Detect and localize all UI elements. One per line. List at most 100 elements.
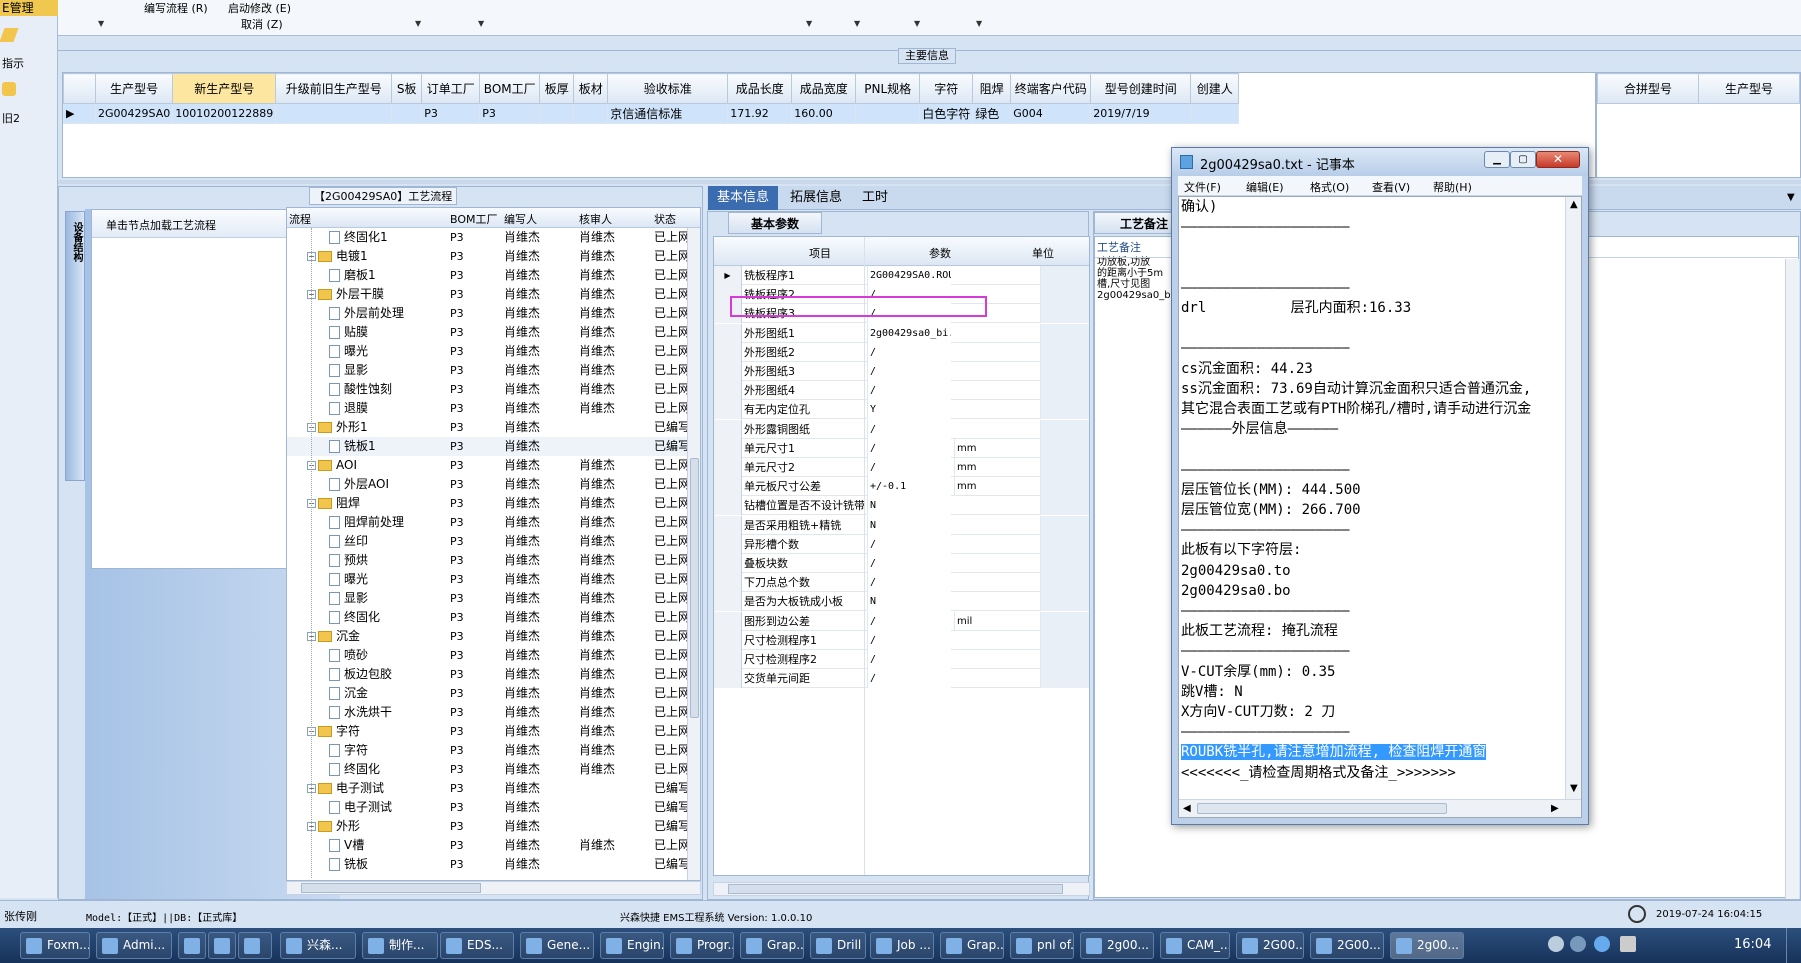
tree-item[interactable]: 贴膜 P3 肖维杰 肖维杰 已上网 xyxy=(287,323,687,342)
scroll-up-icon[interactable]: ▲ xyxy=(1570,199,1578,210)
col-merge-model[interactable]: 合拼型号 xyxy=(1597,73,1699,104)
menu-view[interactable]: 查看(V) xyxy=(1372,179,1410,195)
taskbar-item[interactable]: Engin... xyxy=(600,932,664,959)
tree-item[interactable]: 终固化 P3 肖维杰 肖维杰 已上网 xyxy=(287,760,687,779)
col-status[interactable]: 状态 xyxy=(654,211,676,227)
show-desktop-button[interactable] xyxy=(1786,928,1801,963)
tree-item[interactable]: 电子测试 P3 肖维杰 已编写 xyxy=(287,798,687,817)
param-value[interactable]: / xyxy=(867,458,951,477)
tree-item[interactable]: 铣板 P3 肖维杰 已编写 xyxy=(287,855,687,874)
cell-13[interactable]: 绿色 xyxy=(972,103,1012,124)
param-row[interactable]: 钻槽位置是否不设计铣带 N xyxy=(714,496,1089,516)
param-row[interactable]: 尺寸检测程序2 / xyxy=(714,650,1089,669)
col-9[interactable]: 成品长度 xyxy=(727,73,793,104)
param-value[interactable]: N xyxy=(867,515,951,535)
tree-item[interactable]: 水洗烘干 P3 肖维杰 肖维杰 已上网 xyxy=(287,703,687,722)
param-value[interactable]: / xyxy=(867,611,951,631)
menu-help[interactable]: 帮助(H) xyxy=(1433,179,1472,195)
menu-file[interactable]: 文件(F) xyxy=(1184,179,1221,195)
tree-item[interactable]: 板边包胶 P3 肖维杰 肖维杰 已上网 xyxy=(287,665,687,684)
taskbar-item[interactable]: Drill T... xyxy=(810,932,866,959)
param-row[interactable]: 外形图纸2 / xyxy=(714,342,1089,362)
tray-icon[interactable] xyxy=(1548,936,1564,952)
col-unit[interactable]: 单位 xyxy=(1032,245,1054,261)
tree-item[interactable]: 退膜 P3 肖维杰 肖维杰 已上网 xyxy=(287,399,687,418)
tree-item[interactable]: 外层前处理 P3 肖维杰 肖维杰 已上网 xyxy=(287,304,687,323)
param-value[interactable]: N xyxy=(867,496,951,516)
col-6[interactable]: 板厚 xyxy=(539,73,575,104)
param-value[interactable]: / xyxy=(867,362,951,381)
tree-item[interactable]: 喷砂 P3 肖维杰 肖维杰 已上网 xyxy=(287,646,687,665)
col-bom-factory[interactable]: BOM工厂 xyxy=(450,211,498,227)
col-7[interactable]: 板材 xyxy=(573,73,609,104)
tree-item[interactable]: 显影 P3 肖维杰 肖维杰 已上网 xyxy=(287,589,687,608)
col-param[interactable]: 参数 xyxy=(929,245,951,261)
col-15[interactable]: 型号创建时间 xyxy=(1090,73,1192,104)
col-14[interactable]: 终端客户代码 xyxy=(1010,73,1092,104)
taskbar-item[interactable]: 兴森... xyxy=(280,932,356,959)
param-value[interactable]: / xyxy=(867,650,951,669)
taskbar-item[interactable]: Admi... xyxy=(96,932,172,959)
menu-format[interactable]: 格式(O) xyxy=(1310,179,1349,195)
taskbar-item[interactable]: 2g00... xyxy=(1390,932,1464,959)
cell-14[interactable]: G004 xyxy=(1010,103,1092,124)
param-row[interactable]: 外形图纸1 2g00429sa0_bi... xyxy=(714,323,1089,343)
nav-item-instruction[interactable]: 指示 xyxy=(2,55,24,71)
tree-item[interactable]: 沉金 P3 肖维杰 肖维杰 已上网 xyxy=(287,684,687,703)
menu-edit[interactable]: 编辑(E) xyxy=(1246,179,1284,195)
taskbar-item[interactable]: 2G00... xyxy=(1236,932,1304,959)
param-value[interactable]: / xyxy=(867,573,951,593)
param-row[interactable]: 外形露铜图纸 / xyxy=(714,419,1089,439)
cell-11[interactable] xyxy=(855,103,921,124)
taskbar-item[interactable]: Gene... xyxy=(520,932,594,959)
param-value[interactable]: / xyxy=(867,669,951,689)
dropdown-arrow-icon[interactable]: ▼ xyxy=(914,19,920,28)
tree-folder[interactable]: − 电子测试 P3 肖维杰 已编写 xyxy=(287,779,687,798)
tree-item[interactable]: 显影 P3 肖维杰 肖维杰 已上网 xyxy=(287,361,687,380)
taskbar-item[interactable]: EDS... xyxy=(440,932,514,959)
param-row[interactable]: 异形槽个数 / xyxy=(714,534,1089,554)
network-icon[interactable] xyxy=(1594,936,1610,952)
cell-15[interactable]: 2019/7/19 xyxy=(1090,103,1192,124)
help-icon[interactable] xyxy=(1570,936,1586,952)
col-11[interactable]: PNL规格 xyxy=(855,73,921,104)
params-hscroll-thumb[interactable] xyxy=(728,884,1063,894)
tree-item[interactable]: 曝光 P3 肖维杰 肖维杰 已上网 xyxy=(287,570,687,589)
param-value[interactable]: +/-0.1 xyxy=(867,477,951,497)
taskbar-clock[interactable]: 16:04 xyxy=(1734,937,1771,952)
tree-folder[interactable]: − 阻焊 P3 肖维杰 肖维杰 已上网 xyxy=(287,494,687,513)
cell-10[interactable]: 160.00 xyxy=(791,103,857,124)
param-row[interactable]: 外形图纸3 / xyxy=(714,362,1089,381)
cell-3[interactable] xyxy=(391,103,423,124)
col-writer[interactable]: 编写人 xyxy=(504,211,537,227)
param-row[interactable]: 图形到边公差 / mil xyxy=(714,611,1089,631)
notepad-vscrollbar[interactable]: ▲ ▼ xyxy=(1565,197,1581,799)
tree-hscrollbar[interactable] xyxy=(286,881,701,895)
col-reviewer[interactable]: 核审人 xyxy=(579,211,612,227)
write-flow-button[interactable]: 编写流程 (R) xyxy=(144,0,208,16)
param-row[interactable]: 尺寸检测程序1 / xyxy=(714,630,1089,650)
tree-folder[interactable]: − 外层干膜 P3 肖维杰 肖维杰 已上网 xyxy=(287,285,687,304)
dropdown-arrow-icon[interactable]: ▼ xyxy=(976,19,982,28)
tree-item[interactable]: 酸性蚀刻 P3 肖维杰 肖维杰 已上网 xyxy=(287,380,687,399)
col-2[interactable]: 升级前旧生产型号 xyxy=(275,73,393,104)
cell-9[interactable]: 171.92 xyxy=(727,103,793,124)
taskbar-item[interactable]: Job ... xyxy=(870,932,934,959)
tab-extended-info[interactable]: 拓展信息 xyxy=(781,186,851,210)
notepad-hscrollbar[interactable]: ◀ ▶ xyxy=(1179,799,1581,817)
param-value[interactable]: / xyxy=(867,438,951,458)
param-row[interactable]: 交货单元间距 / xyxy=(714,669,1089,689)
col-8[interactable]: 验收标准 xyxy=(607,73,729,104)
tree-item[interactable]: 终固化 P3 肖维杰 肖维杰 已上网 xyxy=(287,608,687,627)
start-modify-button[interactable]: 启动修改 (E) xyxy=(228,0,291,16)
dropdown-arrow-icon[interactable]: ▼ xyxy=(415,19,421,28)
cell-16[interactable] xyxy=(1190,103,1240,124)
tree-item[interactable]: 字符 P3 肖维杰 肖维杰 已上网 xyxy=(287,741,687,760)
tree-folder[interactable]: − AOI P3 肖维杰 肖维杰 已上网 xyxy=(287,456,687,475)
taskbar-item[interactable] xyxy=(178,932,206,959)
col-flow[interactable]: 流程 xyxy=(289,211,311,227)
side-tab-device-structure[interactable]: 设备结构 xyxy=(65,211,85,481)
cell-2[interactable] xyxy=(275,103,393,124)
col-10[interactable]: 成品宽度 xyxy=(791,73,857,104)
param-value[interactable]: / xyxy=(867,630,951,650)
